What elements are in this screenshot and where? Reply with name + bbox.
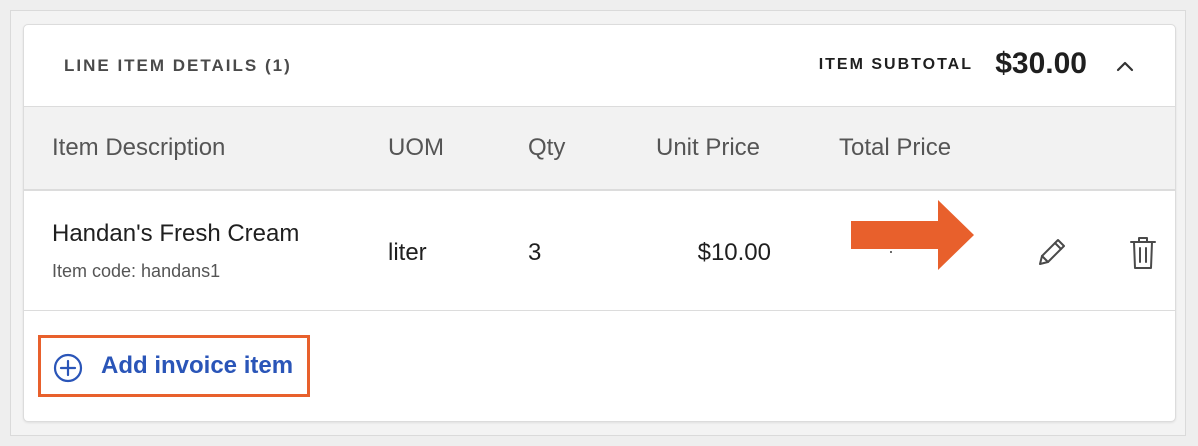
col-header-unit-price: Unit Price [656,134,761,161]
chevron-up-icon[interactable] [1113,55,1137,79]
subtotal-label: ITEM SUBTOTAL [818,56,973,73]
subtotal-value: $30.00 [995,47,1087,80]
table-row: Handan's Fresh Cream Item code: handans1… [24,191,1175,311]
annotation-arrow [851,199,995,271]
item-code: Item code: handans1 [52,261,221,281]
trash-icon[interactable] [1127,234,1159,272]
item-uom: liter [388,239,427,266]
col-header-uom: UOM [388,134,444,161]
plus-circle-icon [53,353,83,383]
add-invoice-item-label: Add invoice item [101,352,294,379]
card-header: LINE ITEM DETAILS (1) ITEM SUBTOTAL $30.… [24,25,1175,107]
item-unit-price: $10.00 [697,239,771,266]
table-header-row: Item Description UOM Qty Unit Price Tota… [24,107,1175,191]
col-header-qty: Qty [528,134,566,161]
section-title: LINE ITEM DETAILS (1) [64,56,292,75]
pencil-icon[interactable] [1032,234,1070,272]
add-invoice-item-button[interactable]: Add invoice item [38,335,310,397]
item-qty: 3 [528,239,542,266]
col-header-item-description: Item Description [52,134,226,161]
col-header-total-price: Total Price [839,134,952,161]
item-name: Handan's Fresh Cream [52,220,300,247]
line-items-card: LINE ITEM DETAILS (1) ITEM SUBTOTAL $30.… [23,24,1176,422]
